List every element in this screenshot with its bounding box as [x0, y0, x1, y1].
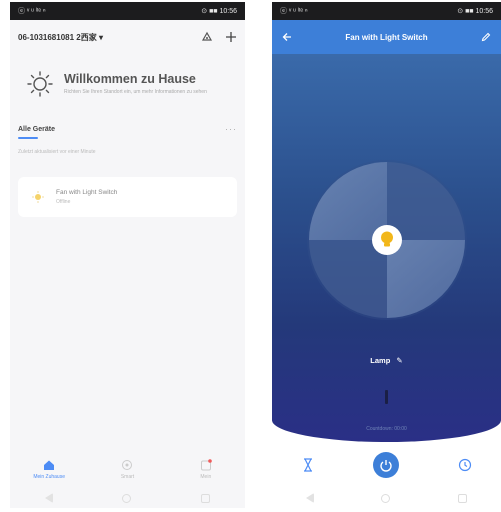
screenshot-canvas: ⓔ ᵛ ᵘ ˡᵗᵉ ⁿ ⊙ ■■ 10:56 06-1031681081 2西家… — [0, 0, 501, 512]
weather-sun-icon — [27, 71, 53, 97]
control-area: Lamp ✎ Countdown: 00:00 — [272, 54, 501, 442]
back-arrow-icon[interactable] — [282, 32, 292, 42]
status-bar: ⓔ ᵛ ᵘ ˡᵗᵉ ⁿ ⊙ ■■ 10:56 — [10, 2, 245, 20]
tab-all-devices[interactable]: Alle Geräte — [18, 126, 55, 133]
countdown-text: Countdown: 00:00 — [366, 426, 407, 432]
device-status: Offline — [56, 199, 71, 205]
fan-light-device-icon — [32, 191, 44, 203]
home-screen: ⓔ ᵛ ᵘ ˡᵗᵉ ⁿ ⊙ ■■ 10:56 06-1031681081 2西家… — [10, 2, 245, 508]
schedule-clock-icon[interactable] — [458, 458, 472, 472]
nav-profile[interactable]: Mein — [176, 458, 236, 480]
system-home-icon[interactable] — [381, 493, 391, 503]
device-control-screen: ⓔ ᵛ ᵘ ˡᵗᵉ ⁿ ⊙ ■■ 10:56 Fan with Light Sw… — [272, 2, 501, 508]
device-bottom-controls — [272, 448, 501, 482]
fan-blade-bottom-left — [309, 240, 387, 318]
lamp-label: Lamp — [370, 356, 391, 365]
smart-icon — [122, 459, 133, 470]
lamp-label-row[interactable]: Lamp ✎ — [272, 356, 501, 365]
status-bar-left: ⓔ ᵛ ᵘ ˡᵗᵉ ⁿ — [18, 8, 46, 15]
profile-icon — [200, 458, 212, 470]
devices-note: Zuletzt aktualisiert vor einer Minute — [18, 149, 96, 155]
fan-blade-bottom-right — [387, 240, 465, 318]
fan-blade-top-left — [309, 162, 387, 240]
system-back-icon[interactable] — [305, 493, 314, 503]
welcome-card[interactable]: Willkommen zu Hause Richten Sie Ihren St… — [18, 58, 237, 110]
add-device-icon[interactable] — [225, 31, 237, 43]
system-recents-icon[interactable] — [458, 493, 468, 503]
welcome-title: Willkommen zu Hause — [64, 72, 196, 86]
device-title: Fan with Light Switch — [345, 32, 428, 42]
status-bar-left: ⓔ ᵛ ᵘ ˡᵗᵉ ⁿ — [280, 8, 308, 15]
system-nav-bar — [10, 488, 245, 508]
power-button[interactable] — [372, 452, 399, 478]
devices-header: Alle Geräte ··· — [10, 124, 245, 134]
welcome-subtitle: Richten Sie Ihren Standort ein, um mehr … — [64, 89, 207, 95]
home-header: 06-1031681081 2西家 ▾ — [10, 20, 245, 54]
nav-home[interactable]: Mein Zuhause — [19, 459, 79, 480]
nav-smart[interactable]: Smart — [97, 459, 157, 480]
fan-blade-top-right — [387, 162, 465, 240]
edit-pencil-icon[interactable] — [481, 32, 491, 42]
system-back-icon[interactable] — [44, 493, 53, 503]
timer-indicator — [385, 390, 388, 404]
system-recents-icon[interactable] — [201, 493, 211, 503]
device-card[interactable]: Fan with Light Switch Offline — [18, 177, 237, 217]
fan-control[interactable] — [306, 159, 468, 321]
system-home-icon[interactable] — [122, 493, 132, 503]
system-nav-bar — [272, 488, 501, 508]
status-bar-right: ⊙ ■■ 10:56 — [201, 8, 237, 15]
bottom-navigation: Mein Zuhause Smart Mein — [10, 450, 245, 488]
device-name: Fan with Light Switch — [56, 189, 118, 196]
tab-active-indicator — [18, 137, 38, 139]
nav-profile-label: Mein — [200, 473, 212, 480]
hourglass-timer-icon[interactable] — [302, 458, 314, 472]
status-bar: ⓔ ᵛ ᵘ ˡᵗᵉ ⁿ ⊙ ■■ 10:56 — [272, 2, 501, 20]
nav-home-label: Mein Zuhause — [33, 473, 65, 480]
status-bar-right: ⊙ ■■ 10:56 — [457, 8, 493, 15]
lamp-edit-icon[interactable]: ✎ — [396, 356, 402, 365]
home-selector[interactable]: 06-1031681081 2西家 ▾ — [18, 32, 103, 43]
nav-smart-label: Smart — [120, 473, 135, 480]
power-icon — [379, 460, 392, 472]
more-options-icon[interactable]: ··· — [225, 124, 237, 134]
voice-assistant-icon[interactable] — [201, 31, 213, 43]
device-header: Fan with Light Switch — [272, 20, 501, 54]
home-icon — [44, 460, 55, 470]
